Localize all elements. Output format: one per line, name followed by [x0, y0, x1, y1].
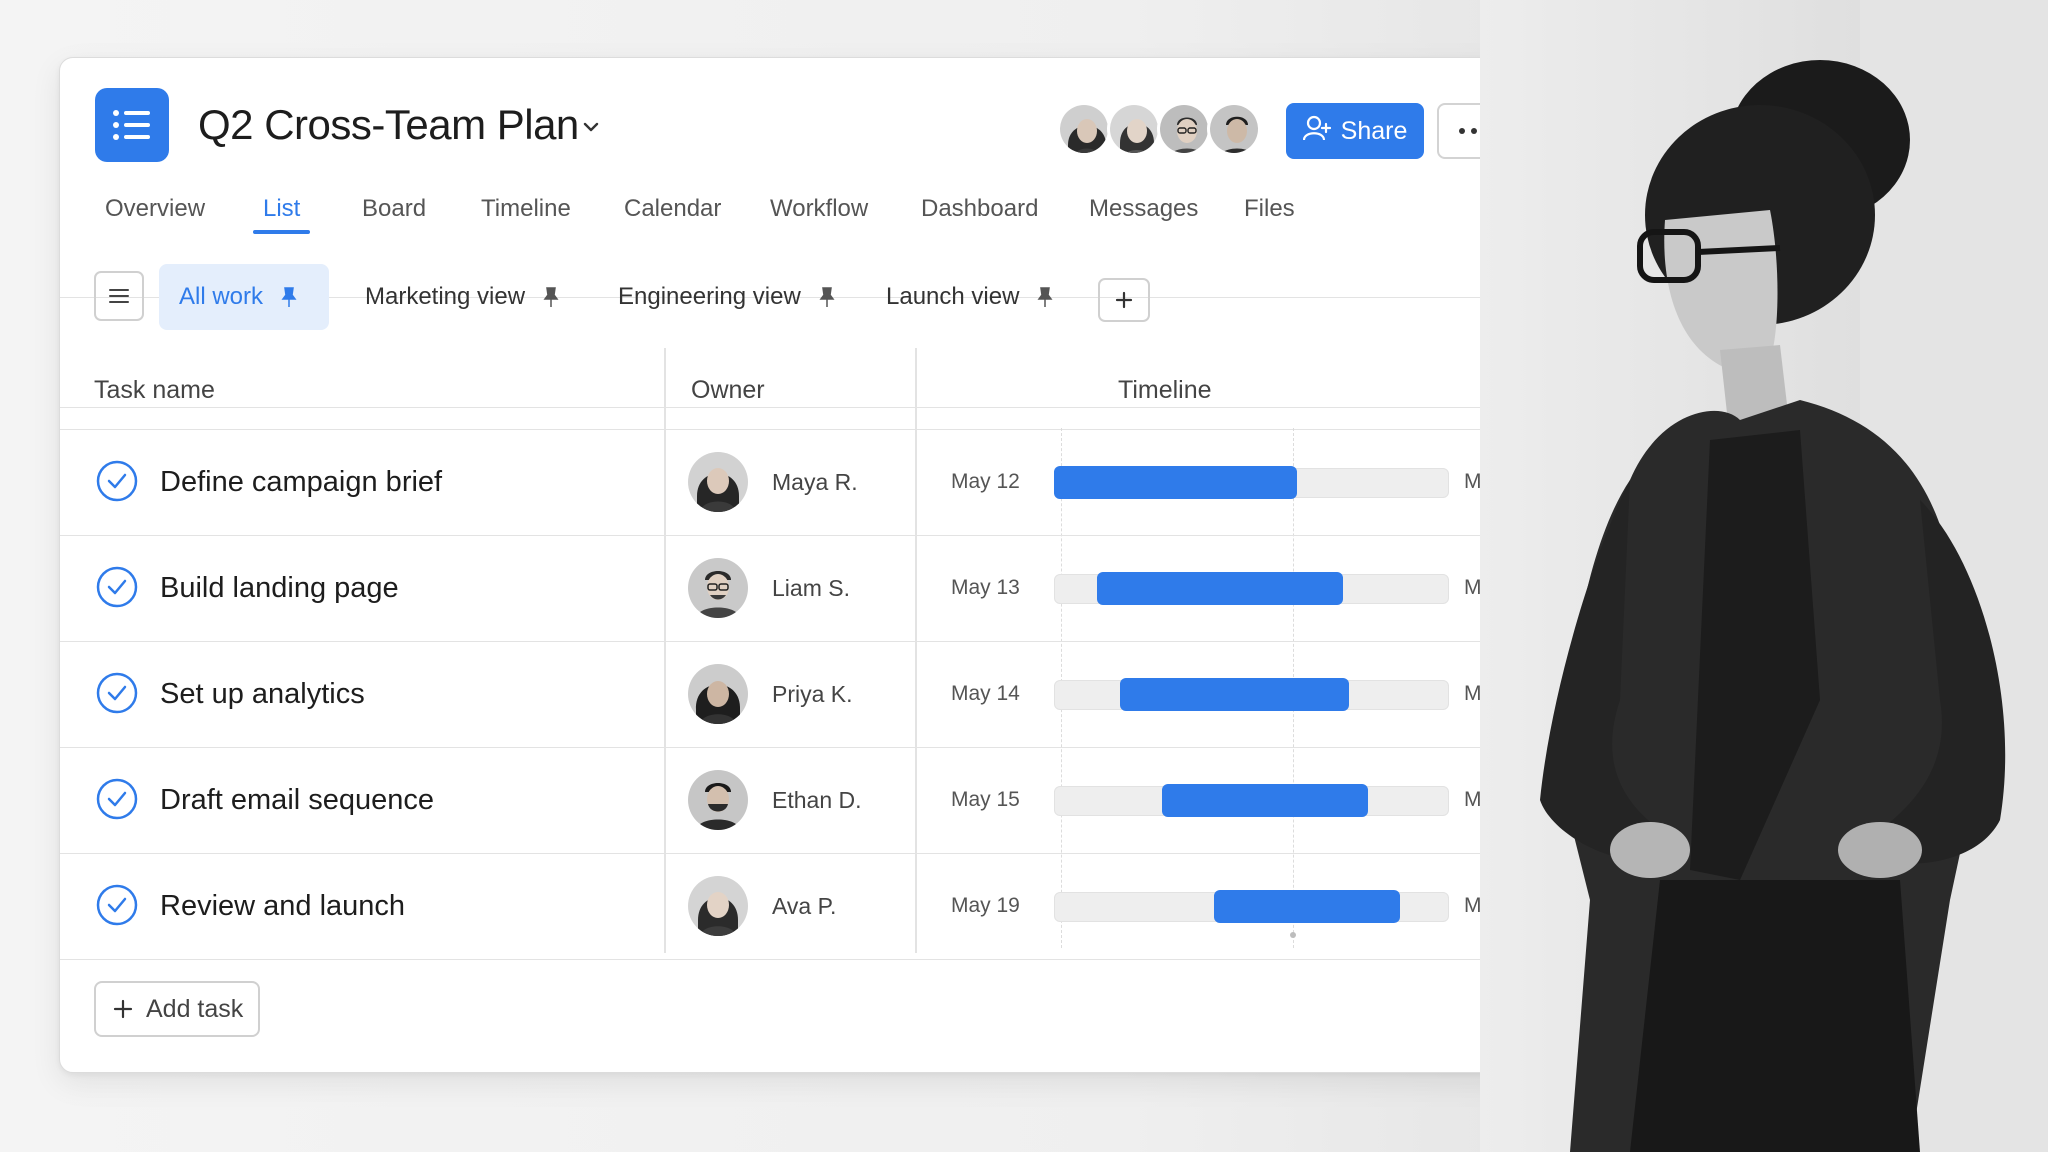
start-date: May 13: [951, 576, 1020, 599]
woman-photo: [1480, 0, 2048, 1152]
menu-icon: [109, 289, 129, 303]
owner-avatar: [688, 452, 748, 512]
add-task-label: Add task: [146, 994, 244, 1023]
member-avatar[interactable]: [1057, 102, 1111, 156]
task-name[interactable]: Set up analytics: [160, 642, 365, 746]
owner-name: Priya K.: [772, 681, 853, 707]
member-avatars[interactable]: [1057, 102, 1267, 156]
table-row[interactable]: Set up analytics Priya K. May 14 May 20: [60, 642, 1545, 748]
share-button[interactable]: Share: [1286, 103, 1424, 159]
tab-workflow[interactable]: Workflow: [770, 186, 868, 240]
check-circle-icon[interactable]: [96, 778, 138, 820]
task-name[interactable]: Review and launch: [160, 854, 405, 958]
project-title[interactable]: Q2 Cross-Team Plan: [198, 100, 579, 150]
timeline-bar[interactable]: [1097, 572, 1343, 605]
task-name[interactable]: Draft email sequence: [160, 748, 434, 852]
owner-avatar: [688, 664, 748, 724]
pin-icon[interactable]: [281, 286, 297, 308]
owner-avatar: [688, 876, 748, 936]
owner-name: Liam S.: [772, 575, 850, 601]
tab-overview[interactable]: Overview: [105, 186, 205, 240]
start-date: May 14: [951, 682, 1020, 705]
view-label: Marketing view: [365, 283, 526, 310]
add-user-icon: [1302, 115, 1331, 148]
view-label: Engineering view: [618, 283, 801, 310]
start-date: May 15: [951, 788, 1020, 811]
add-view-button[interactable]: [1098, 278, 1150, 322]
tab-timeline[interactable]: Timeline: [481, 186, 571, 240]
table-row[interactable]: Build landing page Liam S. May 13 May 20: [60, 536, 1545, 642]
owner-avatar: [688, 558, 748, 618]
tab-calendar[interactable]: Calendar: [624, 186, 721, 240]
pin-icon[interactable]: [819, 286, 835, 308]
tab-messages[interactable]: Messages: [1089, 186, 1198, 240]
tab-dashboard[interactable]: Dashboard: [921, 186, 1038, 240]
timeline-bar[interactable]: [1214, 890, 1400, 923]
owner-name: Ava P.: [772, 893, 837, 919]
start-date: May 19: [951, 894, 1020, 917]
table-row[interactable]: Define campaign brief Maya R. May 12 May…: [60, 430, 1545, 536]
owner-name: Ethan D.: [772, 787, 862, 813]
table-header: [60, 350, 1545, 430]
check-circle-icon[interactable]: [96, 460, 138, 502]
table-row[interactable]: Review and launch Ava P. May 19 May 23: [60, 854, 1545, 960]
share-label: Share: [1340, 116, 1408, 145]
add-task-button[interactable]: Add task: [94, 981, 260, 1037]
view-label: Launch view: [886, 283, 1020, 310]
tab-files[interactable]: Files: [1244, 186, 1295, 240]
check-circle-icon[interactable]: [96, 672, 138, 714]
owner-name: Maya R.: [772, 469, 858, 495]
view-all-work[interactable]: All work: [159, 264, 329, 330]
pin-icon[interactable]: [543, 286, 559, 308]
timeline-bar[interactable]: [1162, 784, 1368, 817]
pin-icon[interactable]: [1037, 286, 1053, 308]
chevron-down-icon[interactable]: [580, 116, 602, 138]
owner-avatar: [688, 770, 748, 830]
plus-icon: [1115, 291, 1133, 309]
view-launch[interactable]: Launch view: [866, 264, 1073, 330]
column-owner[interactable]: Owner: [691, 350, 765, 430]
member-avatar[interactable]: [1207, 102, 1261, 156]
view-engineering[interactable]: Engineering view: [598, 264, 855, 330]
member-avatar[interactable]: [1157, 102, 1211, 156]
list-icon[interactable]: [95, 88, 169, 162]
table-row[interactable]: Draft email sequence Ethan D. May 15 May…: [60, 748, 1545, 854]
task-name[interactable]: Define campaign brief: [160, 430, 442, 534]
member-avatar[interactable]: [1107, 102, 1161, 156]
tab-board[interactable]: Board: [362, 186, 426, 240]
column-timeline[interactable]: Timeline: [1118, 350, 1212, 430]
task-name[interactable]: Build landing page: [160, 536, 399, 640]
project-card: Q2 Cross-Team Plan Share Overview List B…: [59, 57, 1546, 1073]
check-circle-icon[interactable]: [96, 566, 138, 608]
column-task-name[interactable]: Task name: [94, 350, 215, 430]
timeline-bar[interactable]: [1054, 466, 1297, 499]
start-date: May 12: [951, 470, 1020, 493]
plus-icon: [113, 999, 133, 1019]
view-menu-button[interactable]: [94, 271, 144, 321]
timeline-bar[interactable]: [1120, 678, 1349, 711]
view-marketing[interactable]: Marketing view: [345, 264, 579, 330]
check-circle-icon[interactable]: [96, 884, 138, 926]
tab-list[interactable]: List: [252, 186, 311, 240]
view-label: All work: [179, 283, 264, 310]
